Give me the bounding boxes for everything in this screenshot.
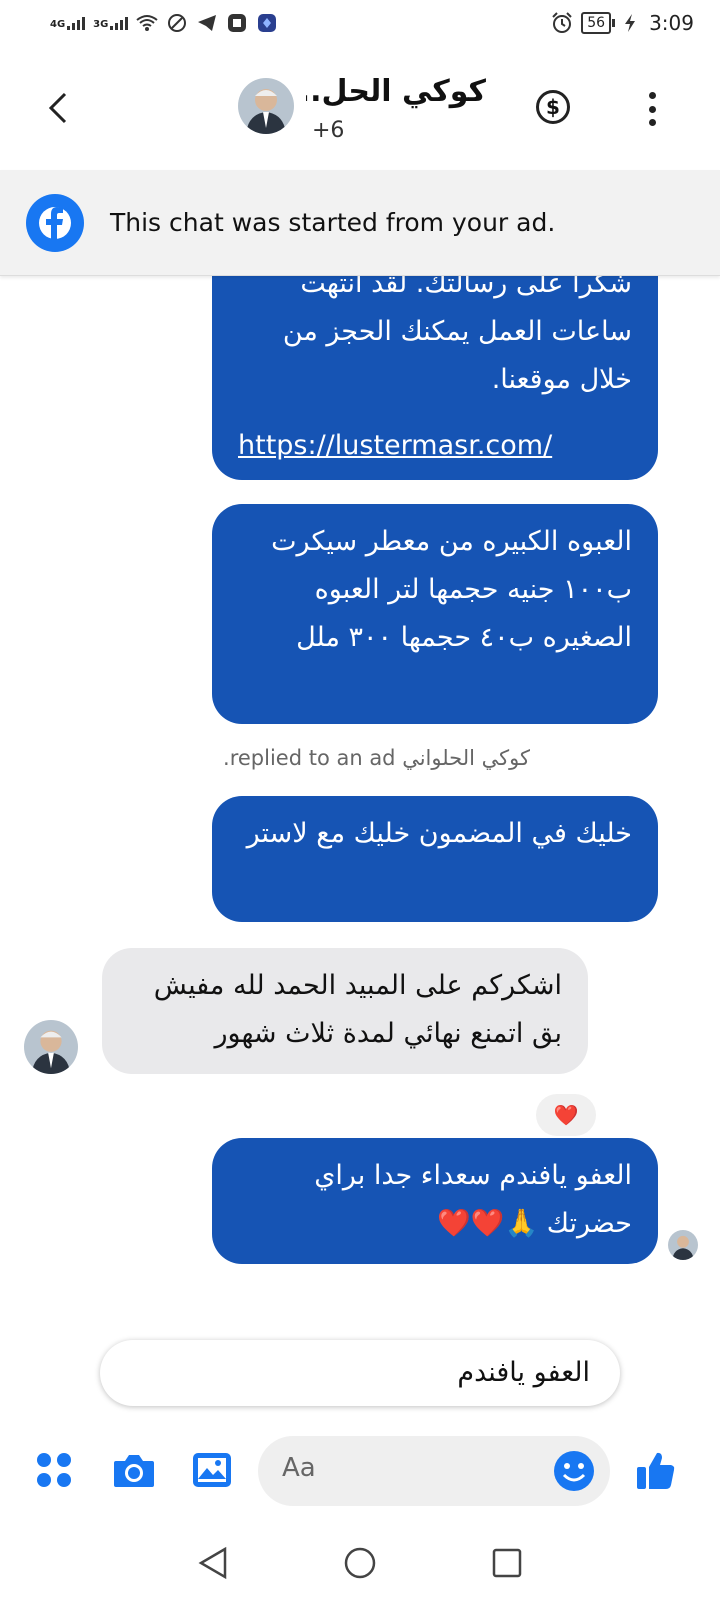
banner-text: This chat was started from your ad. — [110, 208, 556, 237]
telegram-icon — [196, 12, 218, 34]
seen-avatar — [668, 1230, 698, 1260]
app-notification-icon — [226, 12, 248, 34]
facebook-icon — [26, 193, 84, 252]
alarm-icon — [551, 12, 573, 34]
message-text: العبوه الكبيره من معطر سيكرت ب١٠٠ جنيه ح… — [271, 526, 632, 653]
status-left: 4G 3G — [50, 12, 278, 34]
wifi-icon — [136, 12, 158, 34]
gallery-icon[interactable] — [188, 1446, 236, 1494]
message-text: خليك في المضمون خليك مع لاستر — [246, 818, 632, 849]
ad-origin-banner: This chat was started from your ad. — [0, 170, 720, 276]
nav-home-icon[interactable] — [343, 1546, 377, 1584]
status-right: 56 3:09 — [551, 11, 694, 35]
message-input[interactable]: Aa — [258, 1436, 610, 1506]
chat-header: كوكي الحل... +6 $ — [0, 46, 720, 170]
chevron-left-icon — [48, 92, 67, 124]
message-link[interactable]: https://lustermasr.com/ — [238, 422, 632, 470]
battery-indicator: 56 — [581, 12, 615, 34]
contact-name[interactable]: كوكي الحل... — [306, 74, 486, 109]
message-text: شكرا على رسالتك. لقد انتهت ساعات العمل ي… — [282, 276, 632, 395]
message-bubble[interactable]: العبوه الكبيره من معطر سيكرت ب١٠٠ جنيه ح… — [212, 504, 658, 724]
suggested-reply-chip[interactable]: العفو يافندم — [100, 1340, 620, 1406]
net1-label: 4G — [50, 18, 66, 30]
signal-3g-icon: 3G — [93, 16, 129, 30]
message-bubble[interactable]: العفو يافندم سعداء جدا براي حضرتك 🙏❤️❤️ — [212, 1138, 658, 1264]
ad-reply-note: كوكي الحلواني replied to an ad. — [223, 746, 530, 770]
message-text: العفو يافندم سعداء جدا براي حضرتك 🙏❤️❤️ — [314, 1160, 632, 1239]
nav-back-icon[interactable] — [197, 1546, 229, 1584]
message-composer: Aa — [0, 1432, 720, 1516]
sender-avatar[interactable] — [24, 1020, 78, 1074]
clock: 3:09 — [649, 11, 694, 35]
message-bubble[interactable]: خليك في المضمون خليك مع لاستر — [212, 796, 658, 922]
signal-4g-icon: 4G — [50, 16, 86, 30]
message-text: اشكركم على المبيد الحمد لله مفيش بق اتمن… — [153, 970, 562, 1049]
status-bar: 4G 3G 56 3:09 — [0, 0, 720, 46]
app-badge-icon — [256, 12, 278, 34]
message-bubble[interactable]: شكرا على رسالتك. لقد انتهت ساعات العمل ي… — [212, 276, 658, 480]
message-bubble-incoming[interactable]: اشكركم على المبيد الحمد لله مفيش بق اتمن… — [102, 948, 588, 1074]
nav-recents-icon[interactable] — [491, 1547, 523, 1583]
emoji-icon[interactable] — [552, 1449, 596, 1497]
system-nav-bar — [0, 1530, 720, 1600]
heart-reaction[interactable]: ❤️ — [536, 1094, 596, 1136]
message-list[interactable]: شكرا على رسالتك. لقد انتهت ساعات العمل ي… — [0, 276, 720, 1316]
more-actions-icon[interactable] — [30, 1446, 78, 1494]
more-options-icon[interactable] — [646, 92, 658, 126]
message-input-placeholder: Aa — [282, 1453, 316, 1483]
like-icon[interactable] — [632, 1446, 680, 1494]
back-button[interactable] — [40, 86, 76, 130]
camera-icon[interactable] — [110, 1446, 158, 1494]
charging-icon — [619, 12, 641, 34]
reaction-emoji: ❤️ — [553, 1103, 579, 1127]
data-saver-icon — [166, 12, 188, 34]
net2-label: 3G — [93, 18, 109, 30]
dollar-icon[interactable]: $ — [536, 90, 570, 124]
participants-count: +6 — [312, 118, 345, 143]
contact-avatar[interactable] — [238, 78, 294, 134]
